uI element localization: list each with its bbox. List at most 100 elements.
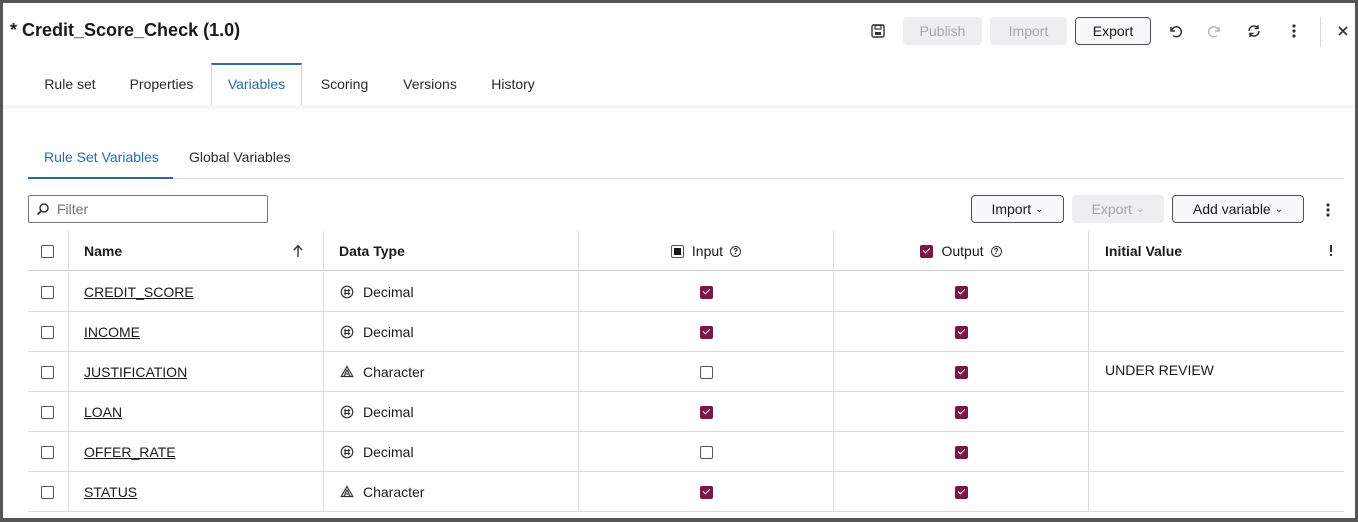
redo-icon[interactable] — [1204, 19, 1226, 43]
row-select-cell — [41, 352, 55, 392]
initial-value-cell[interactable] — [1105, 270, 1335, 310]
row-select-checkbox[interactable] — [41, 325, 54, 339]
page-title: * Credit_Score_Check (1.0) — [10, 20, 241, 40]
initial-value-cell[interactable] — [1105, 470, 1335, 510]
input-select-all-checkbox[interactable] — [670, 244, 684, 258]
column-header-data-type[interactable]: Data Type — [339, 231, 539, 271]
output-checkbox[interactable] — [954, 365, 968, 379]
variable-name-link[interactable]: JUSTIFICATION — [84, 364, 187, 380]
output-cell — [834, 272, 1088, 312]
output-checkbox[interactable] — [954, 405, 968, 419]
variable-name-link[interactable]: INCOME — [84, 324, 140, 340]
import-variables-label: Import — [991, 201, 1032, 217]
data-type-cell: Decimal — [339, 432, 569, 472]
input-cell — [579, 312, 833, 352]
column-resize-icon[interactable] — [1328, 231, 1344, 271]
table-header-row: Name Data Type Input ? Output ? Initial … — [28, 231, 1344, 271]
output-cell — [834, 352, 1088, 392]
table-more-options-icon[interactable] — [1318, 199, 1338, 221]
variable-name-link[interactable]: CREDIT_SCORE — [84, 284, 194, 300]
input-checkbox[interactable] — [699, 285, 713, 299]
output-checkbox[interactable] — [954, 485, 968, 499]
variable-name-link[interactable]: LOAN — [84, 404, 122, 420]
row-select-checkbox[interactable] — [41, 485, 54, 499]
row-select-cell — [41, 432, 55, 472]
more-options-icon[interactable] — [1283, 19, 1305, 43]
column-divider — [323, 231, 324, 271]
output-checkbox[interactable] — [954, 325, 968, 339]
column-header-output: Output ? — [834, 231, 1088, 271]
column-divider — [1088, 432, 1089, 472]
input-checkbox[interactable] — [699, 445, 713, 459]
output-select-all-checkbox[interactable] — [920, 244, 934, 258]
row-select-checkbox[interactable] — [41, 285, 54, 299]
output-checkbox[interactable] — [954, 285, 968, 299]
export-variables-button[interactable]: Export ⌄ — [1072, 195, 1164, 223]
select-all-cell — [41, 231, 55, 271]
tab-rule-set[interactable]: Rule set — [28, 63, 112, 105]
data-type-label: Character — [363, 364, 425, 380]
table-row: STATUS Character — [28, 472, 1344, 512]
import-variables-button[interactable]: Import ⌄ — [971, 195, 1064, 223]
variable-name-cell: STATUS — [84, 472, 314, 512]
data-type-cell: Decimal — [339, 392, 569, 432]
help-icon[interactable]: ? — [990, 245, 1002, 257]
subtab-global-variables[interactable]: Global Variables — [189, 149, 291, 165]
import-button[interactable]: Import — [990, 17, 1067, 45]
subtab-rule-set-variables[interactable]: Rule Set Variables — [44, 149, 159, 165]
search-icon — [29, 202, 57, 216]
initial-value-cell[interactable]: UNDER REVIEW — [1105, 350, 1335, 390]
export-button[interactable]: Export — [1075, 17, 1151, 45]
chevron-down-icon: ⌄ — [1136, 203, 1145, 215]
tab-versions[interactable]: Versions — [386, 63, 474, 105]
initial-value-cell[interactable] — [1105, 430, 1335, 470]
tab-properties[interactable]: Properties — [112, 63, 211, 105]
tab-variables[interactable]: Variables — [211, 63, 302, 107]
data-type-cell: Character — [339, 472, 569, 512]
save-icon[interactable] — [867, 19, 889, 43]
character-type-icon — [339, 364, 355, 380]
filter-input[interactable] — [57, 201, 257, 217]
sort-ascending-icon[interactable] — [292, 231, 308, 271]
input-cell — [579, 272, 833, 312]
variable-name-link[interactable]: STATUS — [84, 484, 137, 500]
column-header-name[interactable]: Name — [84, 231, 284, 271]
initial-value-cell[interactable] — [1105, 310, 1335, 350]
input-checkbox[interactable] — [699, 325, 713, 339]
add-variable-button[interactable]: Add variable ⌄ — [1172, 195, 1304, 223]
output-checkbox[interactable] — [954, 445, 968, 459]
input-checkbox[interactable] — [699, 365, 713, 379]
help-icon[interactable]: ? — [730, 245, 742, 257]
close-icon[interactable] — [1332, 19, 1354, 43]
row-select-cell — [41, 392, 55, 432]
variables-panel: Rule Set Variables Global Variables Impo… — [3, 105, 1355, 518]
filter-field[interactable] — [28, 195, 268, 223]
input-cell — [579, 432, 833, 472]
row-select-checkbox[interactable] — [41, 445, 54, 459]
row-select-checkbox[interactable] — [41, 365, 54, 379]
chevron-down-icon: ⌄ — [1274, 203, 1284, 215]
publish-button[interactable]: Publish — [903, 17, 982, 45]
data-type-cell: Decimal — [339, 272, 569, 312]
undo-icon[interactable] — [1164, 19, 1186, 43]
tab-scoring[interactable]: Scoring — [303, 63, 386, 105]
data-type-label: Decimal — [363, 284, 414, 300]
tab-history[interactable]: History — [474, 63, 552, 105]
input-checkbox[interactable] — [699, 405, 713, 419]
column-divider — [1088, 272, 1089, 312]
column-divider — [68, 312, 69, 352]
select-all-checkbox[interactable] — [41, 244, 54, 258]
content-area: Rule Set Variables Global Variables Impo… — [3, 105, 1355, 518]
table-row: CREDIT_SCORE Decimal — [28, 272, 1344, 312]
initial-value-cell[interactable] — [1105, 390, 1335, 430]
input-cell — [579, 352, 833, 392]
table-row: JUSTIFICATION Character UNDER REVIEW — [28, 352, 1344, 392]
decimal-type-icon — [339, 284, 355, 300]
column-divider — [68, 352, 69, 392]
refresh-icon[interactable] — [1243, 19, 1265, 43]
variable-name-link[interactable]: OFFER_RATE — [84, 444, 176, 460]
column-divider — [1088, 352, 1089, 392]
column-header-initial-value[interactable]: Initial Value — [1105, 231, 1305, 271]
input-checkbox[interactable] — [699, 485, 713, 499]
row-select-checkbox[interactable] — [41, 405, 54, 419]
